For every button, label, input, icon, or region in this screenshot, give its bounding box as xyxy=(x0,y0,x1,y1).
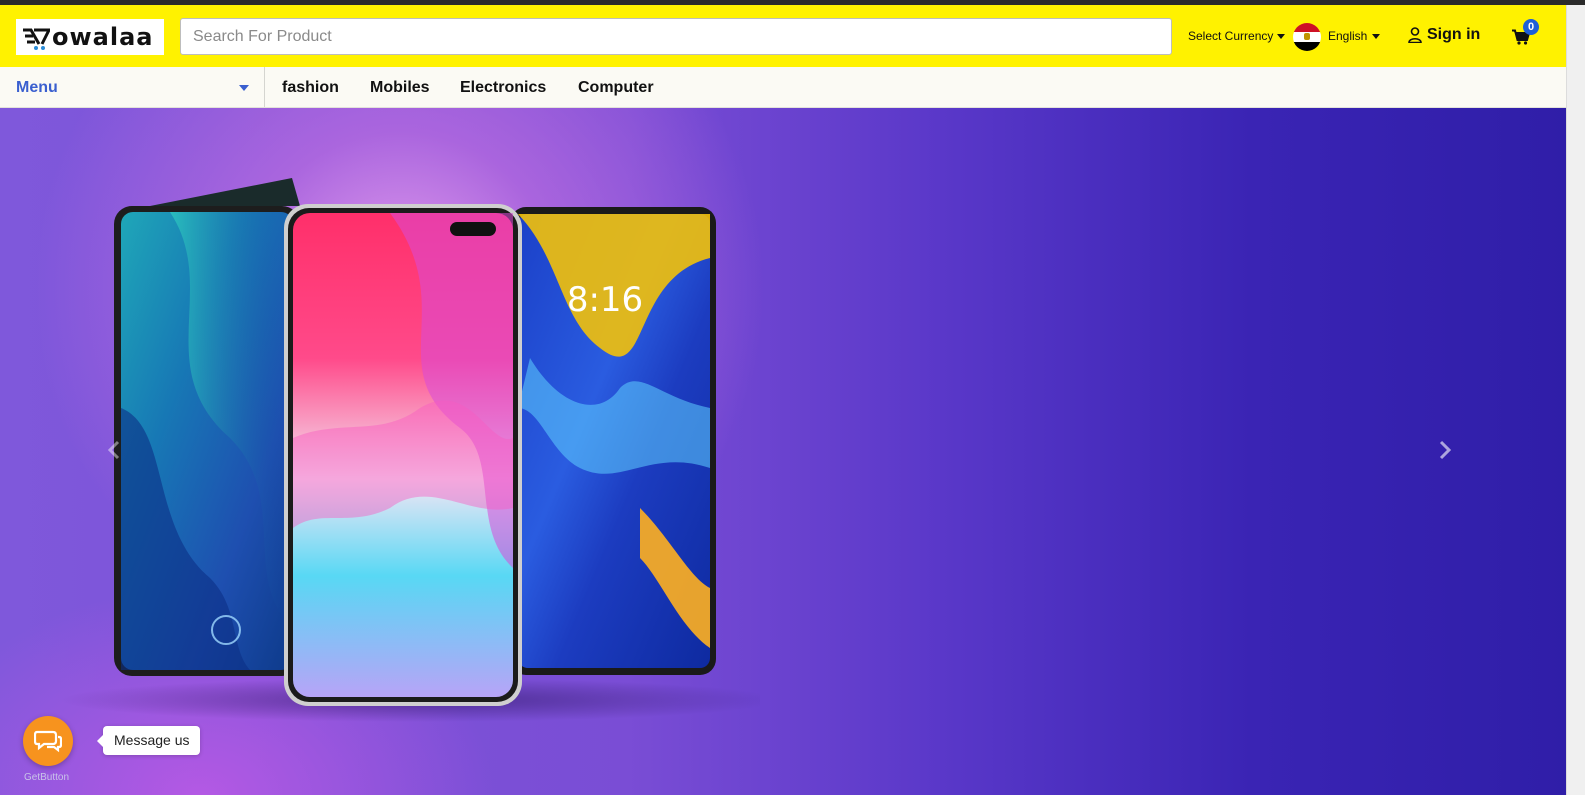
chevron-down-icon xyxy=(1372,33,1381,39)
search-input[interactable] xyxy=(180,18,1172,55)
user-icon xyxy=(1408,27,1422,43)
chevron-down-icon xyxy=(239,85,249,91)
getbutton-credit[interactable]: GetButton xyxy=(24,772,69,783)
phone-clock-text: 8:16 xyxy=(567,280,643,320)
currency-label: Select Currency xyxy=(1188,29,1274,43)
signin-link[interactable]: Sign in xyxy=(1408,26,1480,44)
site-logo[interactable]: owalaa xyxy=(16,19,164,55)
egypt-flag-icon[interactable] xyxy=(1293,23,1321,51)
site-header: owalaa Select Currency English Sign in 0 xyxy=(0,5,1567,67)
cart-count-badge: 0 xyxy=(1523,19,1539,35)
main-nav: Menu fashion Mobiles Electronics Compute… xyxy=(0,67,1567,108)
menu-dropdown-button[interactable]: Menu xyxy=(0,67,265,107)
hero-banner-carousel[interactable]: 8:16 xyxy=(0,108,1567,795)
nav-link-electronics[interactable]: Electronics xyxy=(460,79,546,97)
nav-link-fashion[interactable]: fashion xyxy=(282,79,339,97)
chat-bubbles-icon xyxy=(34,730,62,753)
chat-tooltip[interactable]: Message us xyxy=(96,726,201,755)
chevron-left-icon[interactable] xyxy=(107,440,121,460)
currency-selector[interactable]: Select Currency xyxy=(1188,29,1286,43)
page-scrollbar[interactable] xyxy=(1566,5,1585,795)
logo-text: owalaa xyxy=(52,23,154,51)
language-label: English xyxy=(1328,29,1368,43)
chat-button[interactable] xyxy=(23,716,73,766)
nav-link-computer[interactable]: Computer xyxy=(578,79,654,97)
chevron-right-icon[interactable] xyxy=(1438,440,1452,460)
signin-label: Sign in xyxy=(1427,26,1481,43)
menu-label: Menu xyxy=(16,79,58,96)
cart-logo-icon xyxy=(23,28,50,50)
nav-link-mobiles[interactable]: Mobiles xyxy=(370,79,430,97)
language-selector[interactable]: English xyxy=(1328,29,1381,43)
chevron-down-icon xyxy=(1277,33,1286,39)
